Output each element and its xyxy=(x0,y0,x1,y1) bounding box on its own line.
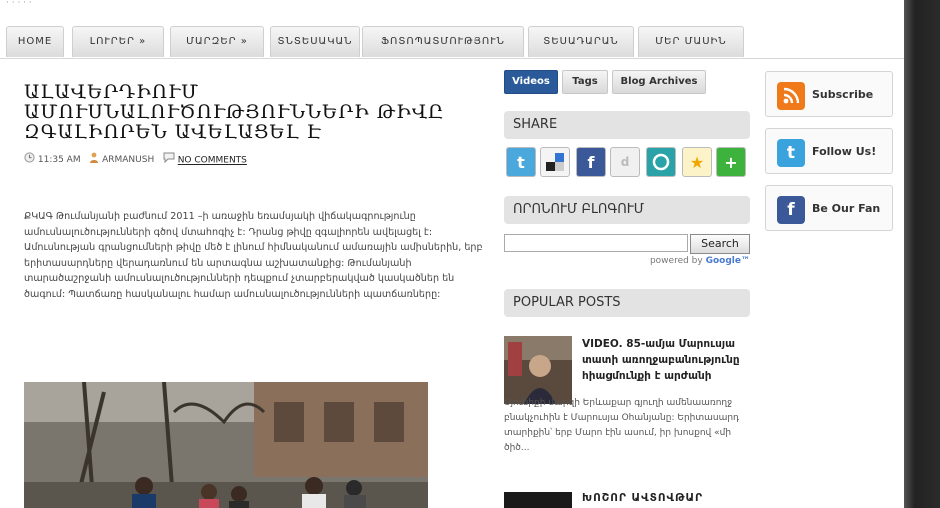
article-title[interactable]: ԱԼԱՎԵՐԴԻՈՒՄ ԱՄՈՒՍՆԱԼՈՒԾՈՒԹՅՈՒՆՆԵՐԻ ԹԻՎԸ … xyxy=(24,82,484,142)
article-photo xyxy=(24,382,428,508)
stumbleupon-share-icon[interactable] xyxy=(646,147,676,177)
tab-videos[interactable]: Videos xyxy=(504,70,558,94)
search-heading: ՈՐՈՆՈՒՄ ԲԼՈԳՈՒՄ xyxy=(504,196,750,224)
popular-post-1-excerpt: Սյունիքի մարզի Երևաքար գյուղի ամենաառողջ… xyxy=(504,398,740,453)
fan-box[interactable]: f Be Our Fan xyxy=(765,185,893,231)
subscribe-label: Subscribe xyxy=(812,88,874,101)
search-button[interactable]: Search xyxy=(690,234,750,254)
popular-post-1-thumbnail[interactable] xyxy=(504,336,572,404)
author-icon xyxy=(89,152,99,168)
popular-post-1-title[interactable]: VIDEO. 85-ամյա Մարուսյա տատի առողջաբանու… xyxy=(582,336,752,384)
popular-post-2-title[interactable]: ԽՈՇՈՐ ԱՎՏՈՎԹԱՐ xyxy=(582,492,703,504)
clock-icon xyxy=(24,152,35,168)
comment-icon xyxy=(163,152,175,168)
article-body: ՔԿԱԳ Թումանյանի բաժնում 2011 –ի առաջին ե… xyxy=(24,211,483,300)
delicious-share-icon[interactable] xyxy=(540,147,570,177)
facebook-icon: f xyxy=(777,196,805,224)
subscribe-box[interactable]: Subscribe xyxy=(765,71,893,117)
window-edge xyxy=(904,0,940,508)
article-meta: 11:35 AM ARMANUSH NO COMMENTS xyxy=(24,152,247,166)
nav-about[interactable]: ՄԵՐ ՄԱՍԻՆ xyxy=(638,26,744,57)
powered-by: powered by Google™ xyxy=(600,256,750,266)
powered-by-label: powered by xyxy=(649,256,703,266)
popular-heading: POPULAR POSTS xyxy=(504,289,750,317)
nav-photostory[interactable]: ՖՈՏՈՊԱՏՄՈՒԹՅՈՒՆ xyxy=(362,26,524,57)
fan-label: Be Our Fan xyxy=(812,202,881,215)
nav-news[interactable]: ԼՈՒՐԵՐ » xyxy=(72,26,164,57)
nav-video[interactable]: ՏԵՍԱԴԱՐԱՆ xyxy=(528,26,634,57)
twitter-icon: t xyxy=(777,139,805,167)
follow-box[interactable]: t Follow Us! xyxy=(765,128,893,174)
share-heading: SHARE xyxy=(504,111,750,139)
top-strip: · · · · · xyxy=(6,0,32,8)
follow-label: Follow Us! xyxy=(812,145,877,158)
nav-home[interactable]: HOME xyxy=(6,26,64,57)
nav-divider xyxy=(0,58,904,59)
blog-page: · · · · · HOME ԼՈՒՐԵՐ » ՄԱՐԶԵՐ » ՏՆՏԵՍԱԿ… xyxy=(0,0,904,508)
post-time: 11:35 AM xyxy=(37,155,81,165)
favorite-share-icon[interactable]: ★ xyxy=(682,147,712,177)
blog-search-input[interactable] xyxy=(504,234,688,252)
google-logo: Google™ xyxy=(705,256,750,266)
rss-icon xyxy=(777,82,805,110)
twitter-share-icon[interactable]: t xyxy=(506,147,536,177)
nav-economy[interactable]: ՏՆՏԵՍԱԿԱՆ xyxy=(270,26,360,57)
comments-link[interactable]: NO COMMENTS xyxy=(178,156,247,166)
more-share-icon[interactable]: + xyxy=(716,147,746,177)
tab-tags[interactable]: Tags xyxy=(562,70,608,94)
digg-share-icon[interactable]: d xyxy=(610,147,640,177)
facebook-share-icon[interactable]: f xyxy=(576,147,606,177)
popular-post-2-thumbnail[interactable] xyxy=(504,492,572,508)
nav-regions[interactable]: ՄԱՐԶԵՐ » xyxy=(170,26,264,57)
post-author: ARMANUSH xyxy=(102,155,155,165)
tab-blog-archives[interactable]: Blog Archives xyxy=(612,70,706,94)
